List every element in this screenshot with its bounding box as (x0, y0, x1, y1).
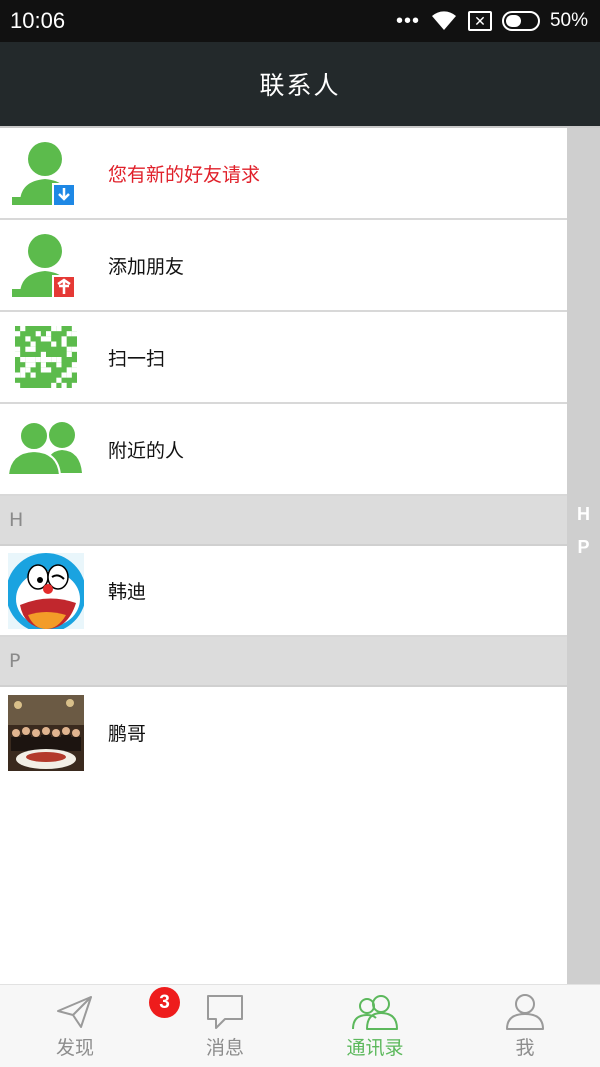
title-bar: 联系人 (0, 42, 600, 126)
page-title: 联系人 (259, 71, 341, 100)
alphabet-index-bar[interactable]: H P (567, 128, 600, 984)
section-header-p: P (0, 637, 567, 687)
tab-messages-label: 消息 (205, 1037, 244, 1059)
unread-badge: 3 (149, 987, 180, 1018)
add-friend-label: 添加朋友 (108, 255, 185, 278)
friend-request-label: 您有新的好友请求 (108, 163, 261, 186)
section-header-h: H (0, 496, 567, 546)
bottom-navigation: 发现 消息 通讯录 我 3 (0, 984, 600, 1067)
scan-row[interactable]: 扫一扫 (0, 312, 567, 404)
tab-discover-label: 发现 (55, 1037, 94, 1059)
friend-request-icon (0, 127, 108, 219)
contact-row-pengge[interactable]: 鹏哥 (0, 687, 567, 778)
people-nearby-row[interactable]: 附近的人 (0, 404, 567, 496)
paper-plane-icon (57, 996, 92, 1028)
contact-name: 鹏哥 (108, 723, 147, 745)
contacts-icon (352, 995, 398, 1030)
chat-bubble-icon (207, 995, 243, 1029)
tab-contacts[interactable]: 通讯录 (300, 985, 450, 1067)
wifi-icon (431, 11, 456, 30)
tab-discover[interactable]: 发现 (0, 985, 150, 1067)
battery-level-fill (505, 15, 521, 27)
contact-list: 您有新的好友请求 添加朋友 扫一扫 附近的人 H 韩迪 P 鹏哥 (0, 128, 567, 778)
add-friend-row[interactable]: 添加朋友 (0, 220, 567, 312)
tab-contacts-label: 通讯录 (346, 1037, 404, 1059)
index-letter-p[interactable]: P (567, 537, 600, 558)
battery-icon (501, 11, 540, 31)
tab-me[interactable]: 我 (450, 985, 600, 1067)
friend-request-row[interactable]: 您有新的好友请求 (0, 128, 567, 220)
scan-label: 扫一扫 (108, 347, 166, 370)
status-bar: 10:06 ••• ✕ 50% (0, 0, 600, 42)
contact-name: 韩迪 (108, 581, 147, 603)
notification-dots-icon: ••• (395, 9, 420, 32)
add-friend-icon (0, 219, 108, 311)
tab-me-label: 我 (515, 1037, 535, 1059)
index-letter-h[interactable]: H (567, 504, 600, 525)
people-nearby-icon (0, 403, 108, 495)
avatar-slot (0, 545, 108, 637)
avatar-slot (0, 687, 108, 779)
status-indicators: ••• ✕ 50% (396, 10, 588, 33)
battery-percent: 50% (549, 10, 588, 31)
qr-code-icon (0, 311, 108, 403)
people-nearby-label: 附近的人 (108, 439, 185, 462)
profile-icon (506, 994, 544, 1030)
contact-row-handi[interactable]: 韩迪 (0, 546, 567, 637)
doraemon-avatar (8, 552, 84, 629)
status-time: 10:06 (10, 8, 66, 33)
group-photo-avatar (8, 694, 84, 771)
no-sim-icon: ✕ (467, 11, 492, 31)
